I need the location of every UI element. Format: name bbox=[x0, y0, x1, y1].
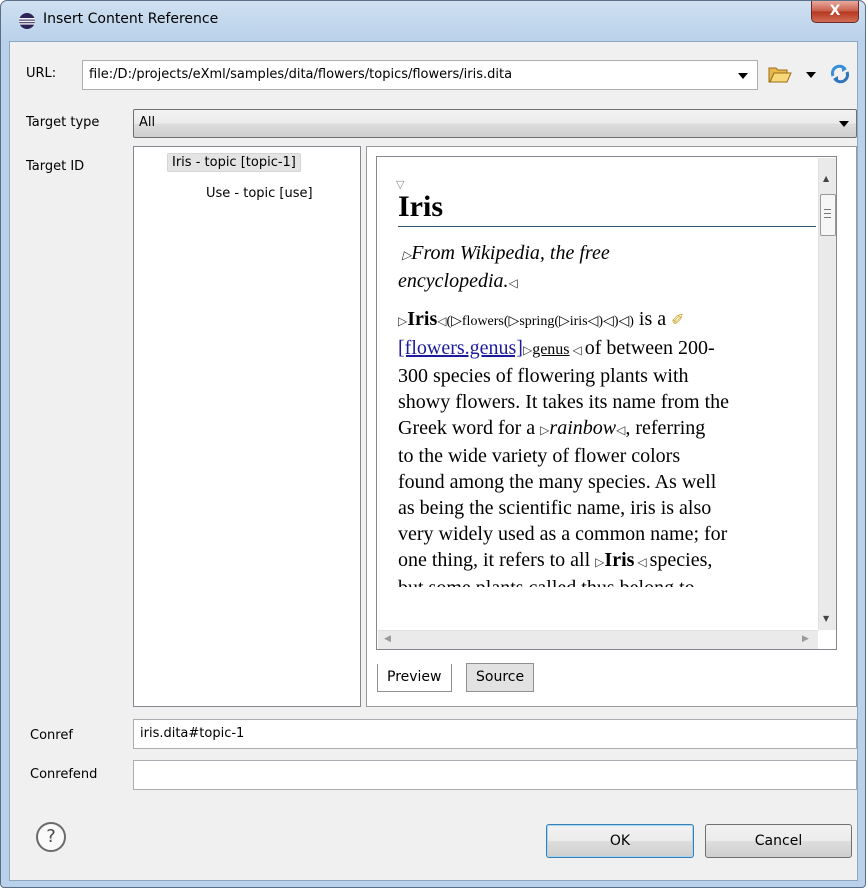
target-id-tree[interactable] bbox=[133, 146, 361, 707]
window-title: Insert Content Reference bbox=[43, 11, 219, 27]
cancel-button[interactable]: Cancel bbox=[705, 824, 852, 858]
preview-line: ▷Iris◁(▷flowers(▷spring(▷iris◁)◁)◁) is a… bbox=[398, 306, 813, 335]
indexterm-markers: (▷flowers(▷spring(▷iris◁)◁)◁) bbox=[446, 314, 634, 329]
scroll-thumb[interactable] bbox=[820, 194, 836, 236]
preview-line: [flowers.genus]▷genus ◁ of between 200- bbox=[398, 335, 813, 363]
preview-content: ▽ Iris ▷From Wikipedia, the free encyclo… bbox=[378, 158, 818, 630]
preview-text: Greek word for a bbox=[398, 417, 536, 439]
link-icon: ✐ bbox=[671, 312, 685, 329]
url-value: file:/D:/projects/eXml/samples/dita/flow… bbox=[89, 67, 513, 82]
scroll-left-icon[interactable]: ◀ bbox=[384, 634, 391, 644]
is-a-text: is a bbox=[638, 308, 667, 330]
tab-source[interactable]: Source bbox=[466, 663, 535, 692]
preview-vertical-scrollbar[interactable]: ▲ ▼ bbox=[818, 158, 836, 630]
rainbow-term: rainbow bbox=[549, 417, 617, 439]
preview-shortdesc-line2: encyclopedia.◁ bbox=[398, 268, 813, 296]
tree-item-use-topic[interactable]: Use - topic [use] bbox=[206, 186, 313, 201]
target-type-label: Target type bbox=[26, 115, 100, 130]
conref-label: Conref bbox=[30, 728, 73, 743]
tag-end-marker: ◁ bbox=[508, 276, 518, 290]
tag-start-marker: ▷ bbox=[522, 343, 533, 357]
folder-open-icon[interactable] bbox=[768, 64, 792, 84]
tag-end-marker: ◁ bbox=[634, 555, 650, 569]
eclipse-app-icon bbox=[19, 13, 35, 29]
help-icon[interactable]: ? bbox=[36, 822, 66, 852]
target-type-value: All bbox=[139, 115, 156, 130]
preview-horizontal-scrollbar[interactable]: ◀ ▶ bbox=[378, 630, 818, 649]
preview-body: ▷From Wikipedia, the free encyclopedia.◁… bbox=[398, 240, 813, 587]
url-label: URL: bbox=[26, 66, 57, 81]
refresh-icon[interactable] bbox=[828, 62, 852, 86]
preview-text: one thing, it refers to all bbox=[398, 549, 591, 571]
scroll-right-icon[interactable]: ▶ bbox=[802, 634, 809, 644]
iris-term: Iris bbox=[604, 549, 635, 571]
preview-line: 300 species of flowering plants with bbox=[398, 365, 689, 387]
target-type-select[interactable]: All bbox=[133, 109, 857, 138]
iris-term: Iris bbox=[407, 308, 438, 330]
tag-end-marker: ◁ bbox=[616, 423, 626, 437]
conref-value: iris.dita#topic-1 bbox=[140, 726, 245, 741]
preview-line: showy flowers. It takes its name from th… bbox=[398, 391, 730, 413]
preview-text: species, bbox=[649, 549, 713, 571]
title-bar[interactable]: Insert Content Reference X bbox=[1, 1, 865, 41]
shortdesc-line1: From Wikipedia, the free bbox=[411, 242, 610, 264]
tree-item-iris-topic[interactable]: Iris - topic [topic-1] bbox=[167, 153, 301, 172]
url-dropdown-icon[interactable] bbox=[738, 73, 748, 79]
close-button[interactable]: X bbox=[811, 1, 859, 23]
preview-title: Iris bbox=[398, 190, 816, 227]
tag-end-marker: ◁ bbox=[569, 343, 585, 357]
preview-line: Greek word for a ▷rainbow◁, referring bbox=[398, 415, 813, 443]
preview-line: as being the scientific name, iris is al… bbox=[398, 497, 712, 519]
preview-cut-line: but some plants called thus belong to bbox=[398, 575, 813, 587]
tag-start-marker: ▷ bbox=[402, 248, 412, 262]
chevron-down-icon[interactable] bbox=[839, 121, 849, 127]
conrefend-field[interactable] bbox=[133, 760, 857, 790]
genus-term: genus bbox=[532, 341, 570, 358]
scroll-down-icon[interactable]: ▼ bbox=[823, 614, 829, 623]
preview-line: to the wide variety of flower colors bbox=[398, 445, 681, 467]
preview-text: of between 200- bbox=[584, 337, 715, 359]
target-id-label: Target ID bbox=[26, 159, 85, 174]
tag-start-marker: ▷ bbox=[398, 314, 408, 328]
browse-dropdown-icon[interactable] bbox=[806, 72, 816, 78]
preview-shortdesc: ▷From Wikipedia, the free bbox=[398, 240, 813, 268]
tab-preview[interactable]: Preview bbox=[377, 664, 452, 692]
flowers-genus-link[interactable]: [flowers.genus] bbox=[398, 337, 523, 359]
preview-line: found among the many species. As well bbox=[398, 471, 717, 493]
preview-line: one thing, it refers to all ▷Iris ◁ spec… bbox=[398, 547, 813, 575]
preview-line: very widely used as a common name; for bbox=[398, 523, 728, 545]
preview-text: , referring bbox=[625, 417, 706, 439]
shortdesc-line2: encyclopedia. bbox=[398, 270, 509, 292]
url-combo[interactable]: file:/D:/projects/eXml/samples/dita/flow… bbox=[82, 60, 758, 90]
conrefend-label: Conrefend bbox=[30, 767, 98, 782]
scroll-up-icon[interactable]: ▲ bbox=[823, 174, 829, 183]
conref-field[interactable]: iris.dita#topic-1 bbox=[133, 719, 857, 749]
ok-button[interactable]: OK bbox=[546, 824, 694, 858]
